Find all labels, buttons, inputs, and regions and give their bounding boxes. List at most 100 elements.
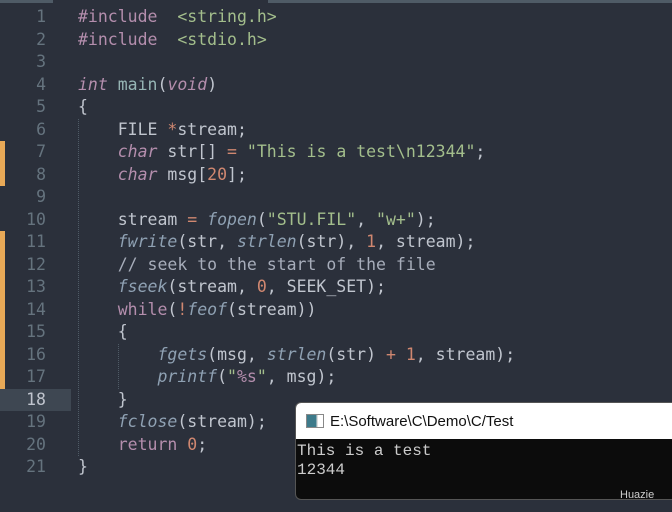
line-number: 8 [36, 164, 46, 184]
code-token: ]; [227, 164, 247, 184]
line-number: 15 [26, 322, 46, 341]
line-number: 9 [36, 187, 46, 206]
code-token: int [78, 74, 108, 94]
code-token: // seek to the start of the file [117, 254, 436, 274]
console-title-bar[interactable]: E:\Software\C\Demo\C/Test [296, 403, 672, 439]
code-line[interactable]: 15 { [0, 321, 672, 344]
code-text: } [78, 456, 88, 479]
code-token: (str, [177, 232, 237, 251]
code-token: #include [78, 7, 158, 26]
line-number: 18 [26, 389, 46, 409]
code-token: ; [475, 142, 486, 161]
code-token: ! [177, 299, 188, 319]
code-text: FILE *stream; [78, 119, 247, 142]
code-token: , SEEK_SET); [266, 277, 386, 296]
code-line[interactable]: 10 stream = fopen("STU.FIL", "w+"); [0, 209, 672, 232]
code-token: fclose [117, 412, 178, 431]
line-number: 7 [36, 142, 46, 161]
code-token: feof [187, 299, 228, 319]
code-line[interactable]: 6 FILE *stream; [0, 119, 672, 142]
line-number: 19 [26, 412, 46, 431]
code-text: #include <string.h> [78, 6, 277, 29]
console-output-line: 12344 [297, 461, 346, 479]
code-token: <stdio.h> [177, 29, 267, 49]
line-number: 21 [26, 457, 46, 476]
code-text: stream = fopen("STU.FIL", "w+"); [78, 209, 436, 232]
code-token: return [117, 434, 178, 454]
code-token: strlen [236, 232, 297, 251]
code-line[interactable]: 17 printf("%s", msg); [0, 366, 672, 389]
code-line[interactable]: 4 int main(void) [0, 74, 672, 97]
code-text: int main(void) [78, 74, 217, 97]
code-line[interactable]: 12 // seek to the start of the file [0, 253, 672, 276]
code-text: fwrite(str, strlen(str), 1, stream); [78, 231, 476, 254]
code-token: printf [157, 367, 218, 386]
console-window[interactable]: E:\Software\C\Demo\C/Test This is a test… [295, 402, 672, 500]
code-text: fgets(msg, strlen(str) + 1, stream); [78, 344, 515, 367]
code-token: char [117, 164, 158, 184]
tab-bar [0, 0, 672, 3]
code-token: { [78, 322, 128, 341]
code-line[interactable]: 16 fgets(msg, strlen(str) + 1, stream); [0, 343, 672, 367]
line-number: 17 [26, 367, 46, 386]
line-number: 10 [26, 209, 46, 229]
line-number: 11 [26, 232, 46, 251]
code-line[interactable]: 13 fseek(stream, 0, SEEK_SET); [0, 276, 672, 299]
line-number: 2 [36, 29, 46, 49]
code-token: <string.h> [177, 7, 277, 26]
code-line[interactable]: 3 [0, 51, 672, 74]
code-token: fseek [117, 277, 168, 296]
console-output: This is a test 12344 [296, 439, 672, 480]
code-text: { [78, 96, 88, 119]
line-number: 20 [26, 434, 46, 454]
code-token: msg[ [157, 164, 208, 184]
code-line[interactable]: 11 fwrite(str, strlen(str), 1, stream); [0, 231, 672, 254]
code-text: fseek(stream, 0, SEEK_SET); [78, 276, 386, 299]
code-token: FILE [78, 119, 168, 139]
code-token: fwrite [117, 232, 178, 251]
code-token: (msg, [207, 344, 267, 364]
code-token: } [78, 389, 128, 409]
code-token: (stream); [177, 412, 267, 431]
line-number: 16 [26, 344, 46, 364]
line-number: 12 [26, 254, 46, 274]
code-token: ( [256, 209, 267, 229]
code-token: 0 [187, 434, 198, 454]
code-token: (str), [296, 232, 367, 251]
code-line[interactable]: 5{ [0, 96, 672, 119]
code-token: , stream); [415, 344, 516, 364]
code-token: , msg); [266, 367, 337, 386]
code-text: #include <stdio.h> [78, 29, 267, 52]
line-number: 13 [26, 277, 46, 296]
code-line[interactable]: 2 #include <stdio.h> [0, 29, 672, 52]
code-token: ( [157, 74, 168, 94]
code-token: ( [217, 367, 228, 386]
code-line[interactable]: 1 #include <string.h> [0, 6, 672, 29]
code-token: main [117, 74, 158, 94]
code-token: ; [197, 434, 208, 454]
code-token: 1 [366, 232, 377, 251]
line-number: 5 [36, 97, 46, 116]
code-line[interactable]: 9 [0, 186, 672, 209]
code-line[interactable]: 7 char str[] = "This is a test\n12344"; [0, 141, 672, 164]
code-token: stream [78, 209, 188, 229]
code-token: " [227, 367, 237, 386]
code-token: "This is a test\n12344" [246, 142, 476, 161]
code-line[interactable]: 14 while(!feof(stream)) [0, 298, 672, 321]
code-line[interactable]: 8 char msg[20]; [0, 163, 672, 186]
code-text: fclose(stream); [78, 411, 267, 434]
watermark: Huazie [620, 489, 655, 501]
code-token: 20 [207, 164, 228, 184]
code-token: stream; [177, 119, 247, 139]
